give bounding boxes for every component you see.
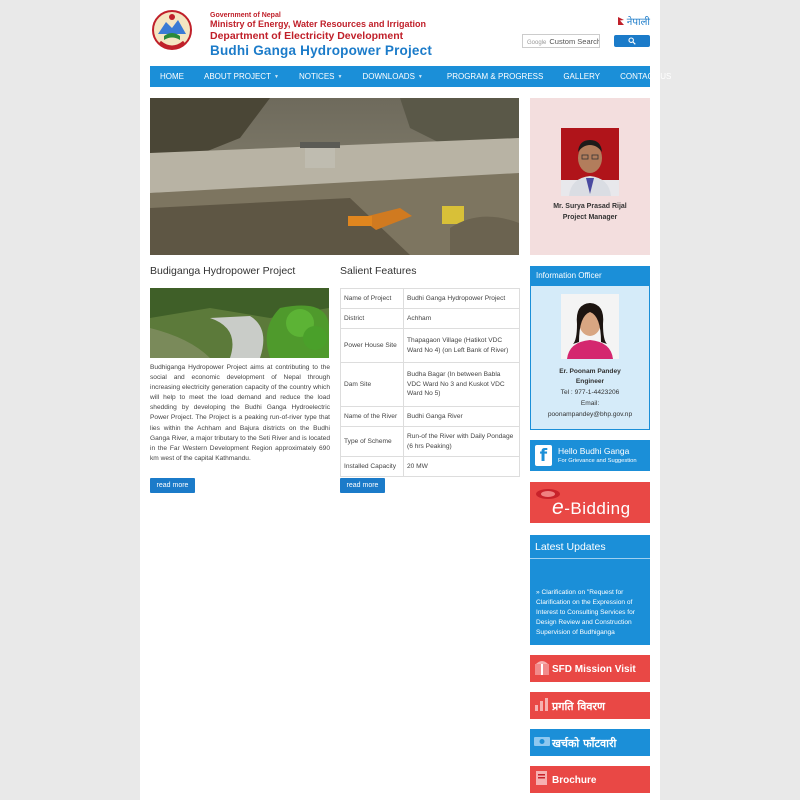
brochure-icon (536, 771, 547, 785)
table-row: Name of Project Budhi Ganga Hydropower Pr… (340, 288, 520, 309)
search-input[interactable]: Google Custom Search (522, 34, 600, 48)
progress-report-label: प्रगति विवरण (552, 700, 605, 713)
chevron-down-icon: ▼ (417, 73, 423, 80)
info-officer-heading: Information Officer (531, 267, 649, 286)
chart-icon (535, 698, 548, 711)
table-row: Installed Capacity 20 MW (340, 456, 520, 477)
update-item-link[interactable]: » Clarification on "Request for Clarific… (536, 588, 648, 638)
ebidding-label: e-Bidding (552, 496, 631, 519)
facebook-icon: f (535, 445, 552, 466)
brochure-label: Brochure (552, 775, 597, 786)
sfd-mission-banner[interactable]: SFD Mission Visit (530, 655, 650, 682)
officer-photo (561, 294, 619, 359)
search-icon (628, 37, 636, 45)
page: Government of Nepal Ministry of Energy, … (140, 0, 671, 800)
table-row: Dam Site Budha Bagar (In between Babla VD… (340, 362, 520, 407)
officer-name: Er. Poonam Pandey (559, 368, 621, 375)
facebook-title: Hello Budhi Ganga (558, 446, 630, 456)
officer-role: Engineer (575, 378, 605, 385)
ebidding-banner[interactable]: e-Bidding (530, 482, 650, 523)
nav-program-progress[interactable]: PROGRAM & PROGRESS (433, 66, 553, 87)
manager-title: Project Manager (562, 214, 618, 221)
facebook-grievance-link[interactable]: f Hello Budhi Ganga For Grievance and Su… (530, 440, 650, 471)
river-photo (150, 288, 329, 358)
officer-email[interactable]: poonampandey@bhp.gov.np (531, 410, 649, 420)
sfd-mission-label: SFD Mission Visit (552, 664, 636, 675)
header-titles: Government of Nepal Ministry of Energy, … (210, 12, 432, 57)
brochure-banner[interactable]: Brochure (530, 766, 650, 793)
latest-updates-heading: Latest Updates (530, 535, 650, 559)
salient-features-heading: Salient Features (340, 265, 417, 277)
nav-contact-us[interactable]: CONTACT US (610, 66, 681, 87)
nav-gallery[interactable]: GALLERY (553, 66, 610, 87)
construction-site-photo (150, 98, 519, 255)
department-label: Department of Electricity Development (210, 30, 404, 42)
site-title[interactable]: Budhi Ganga Hydropower Project (210, 43, 432, 58)
table-row: District Achham (340, 308, 520, 329)
money-icon (534, 737, 550, 746)
salient-features-table: Name of Project Budhi Ganga Hydropower Pr… (340, 288, 520, 477)
language-switch[interactable]: नेपाली (617, 14, 650, 28)
nav-about-project[interactable]: ABOUT PROJECT ▼ (194, 66, 289, 87)
project-description: Budhiganga Hydropower Project aims at co… (150, 364, 330, 462)
chevron-down-icon: ▼ (273, 73, 279, 80)
nav-home[interactable]: HOME (150, 66, 194, 87)
officer-email-label: Email: (580, 400, 600, 407)
latest-updates-panel: Latest Updates » Clarification on "Reque… (530, 535, 650, 645)
search-button[interactable] (614, 35, 650, 47)
project-heading: Budiganga Hydropower Project (150, 265, 296, 277)
progress-report-banner[interactable]: प्रगति विवरण (530, 692, 650, 719)
nepal-flag-icon (617, 17, 624, 25)
language-label[interactable]: नेपाली (627, 14, 650, 28)
main-nav: HOME ABOUT PROJECT ▼ NOTICES ▼ DOWNLOADS ▼ … (150, 66, 671, 87)
expense-report-label: खर्चको फाँटवारी (552, 737, 617, 750)
gov-label: Government of Nepal (210, 12, 281, 19)
chevron-down-icon: ▼ (337, 73, 343, 80)
table-row: Name of the River Budhi Ganga River (340, 406, 520, 427)
gift-icon (535, 661, 549, 675)
manager-name: Mr. Surya Prasad Rijal (553, 203, 627, 210)
features-read-more-button[interactable]: read more (340, 478, 385, 493)
expense-report-banner[interactable]: खर्चको फाँटवारी (530, 729, 650, 756)
information-officer-card: Information Officer Er. Poonam Pandey En… (530, 266, 650, 430)
ministry-label: Ministry of Energy, Water Resources and … (210, 19, 427, 29)
nepal-emblem-logo[interactable] (150, 8, 194, 54)
nav-downloads[interactable]: DOWNLOADS ▼ (352, 66, 432, 87)
project-read-more-button[interactable]: read more (150, 478, 195, 493)
facebook-subtitle: For Grievance and Suggestion (558, 458, 637, 464)
table-row: Type of Scheme Run-of the River with Dail… (340, 426, 520, 457)
manager-photo (561, 128, 619, 196)
nav-notices[interactable]: NOTICES ▼ (289, 66, 353, 87)
officer-phone: Tel : 977-1-4423206 (560, 389, 620, 396)
table-row: Power House Site Thapagaon Village (Hatik… (340, 328, 520, 363)
project-manager-card: Mr. Surya Prasad Rijal Project Manager (530, 98, 650, 255)
